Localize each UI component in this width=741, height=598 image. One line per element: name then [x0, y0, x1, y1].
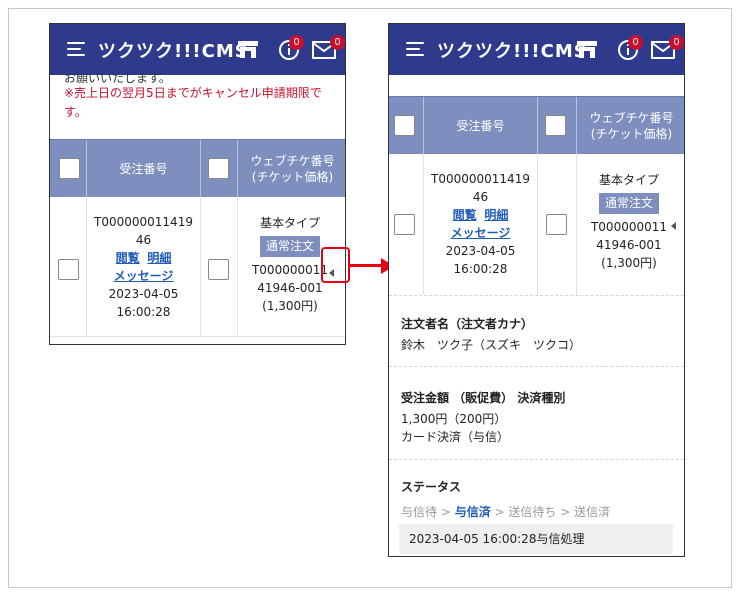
status-sep-3: > [556, 505, 575, 519]
ticket-cell: 基本タイプ 通常注文 T000000011 41946-001 (1,300円) [579, 171, 679, 272]
status-log: 2023-04-05 16:00:28与信処理 [399, 524, 673, 554]
ticket-no: T000000011 [590, 220, 668, 234]
table-header: 受注番号 ウェブチケ番号 (チケット価格) [50, 139, 345, 197]
row-checkbox[interactable] [58, 259, 79, 280]
menu-icon[interactable] [67, 42, 87, 58]
screen-before: ツクツク!!!CMS 0 0 お願いいたします。 ※売上日の翌月5日までがキャン… [49, 23, 346, 345]
select-all-checkbox[interactable] [394, 115, 415, 136]
app-header: ツクツク!!!CMS 0 0 [389, 24, 684, 75]
arrow-right-icon [350, 264, 383, 267]
row-checkbox-2[interactable] [546, 214, 567, 235]
message-link[interactable]: メッセージ [114, 269, 174, 283]
type-label: 基本タイプ [598, 173, 659, 187]
order-cell: T000000011419 46 閲覧 明細 メッセージ 2023-04-05 … [87, 213, 200, 321]
message-link[interactable]: メッセージ [451, 226, 511, 240]
view-link[interactable]: 閲覧 [116, 251, 140, 265]
amount-value: 1,300円（200円） [401, 412, 507, 426]
order-no: T000000011419 [431, 172, 530, 186]
type-label: 基本タイプ [259, 216, 320, 230]
col-web-ticket: ウェブチケ番号 (チケット価格) [589, 110, 674, 141]
order-time: 16:00:28 [116, 305, 171, 319]
order-type-badge: 通常注文 [598, 193, 659, 214]
caret-left-icon[interactable] [671, 222, 676, 230]
status-title: ステータス [401, 480, 462, 494]
orderer-section: 注文者名（注文者カナ） 鈴木 ツク子（スズキ ツクコ） [389, 297, 684, 367]
status-step-2-current: 与信済 [454, 505, 491, 519]
col-order-no: 受注番号 [456, 118, 505, 133]
table-header: 受注番号 ウェブチケ番号 (チケット価格) [389, 96, 684, 154]
ticket-price: (1,300円) [262, 299, 318, 313]
mail-badge: 0 [669, 35, 684, 50]
order-no-cont: 46 [472, 190, 489, 204]
info-badge: 0 [628, 35, 643, 50]
amount-title: 受注金額 （販促費） 決済種別 [401, 391, 566, 405]
status-sep-2: > [490, 505, 509, 519]
view-link[interactable]: 閲覧 [453, 208, 477, 222]
detail-link[interactable]: 明細 [147, 251, 171, 265]
payment-type: カード決済（与信） [401, 430, 510, 444]
order-date: 2023-04-05 [108, 287, 179, 301]
app-brand[interactable]: ツクツク!!!CMS [437, 37, 588, 63]
order-no-cont: 46 [135, 233, 152, 247]
detail-link[interactable]: 明細 [484, 208, 508, 222]
status-sep-1: > [437, 505, 455, 519]
store-icon[interactable] [576, 39, 598, 59]
notice-text: お願いいたします。 [64, 74, 171, 84]
row-checkbox[interactable] [394, 214, 415, 235]
select-all-checkbox-2[interactable] [208, 158, 229, 179]
cancel-notice: お願いいたします。 ※売上日の翌月5日までがキャンセル申請期限です。 [64, 74, 344, 122]
store-icon[interactable] [237, 39, 259, 59]
app-header: ツクツク!!!CMS 0 0 [50, 24, 345, 75]
select-all-checkbox[interactable] [59, 158, 80, 179]
status-flow: 与信待 > 与信済 > 送信待ち > 送信済 [401, 503, 610, 520]
orderer-value: 鈴木 ツク子（スズキ ツクコ） [401, 338, 582, 352]
select-all-checkbox-2[interactable] [545, 115, 566, 136]
ticket-no-cont: 41946-001 [596, 238, 662, 252]
caret-highlight [321, 247, 350, 283]
order-cell: T000000011419 46 閲覧 明細 メッセージ 2023-04-05 … [424, 170, 537, 278]
mail-badge: 0 [330, 35, 345, 50]
status-step-1: 与信待 [401, 505, 438, 519]
info-badge: 0 [289, 35, 304, 50]
order-date: 2023-04-05 [445, 244, 516, 258]
table-row: T000000011419 46 閲覧 明細 メッセージ 2023-04-05 … [50, 197, 345, 337]
col-order-no: 受注番号 [119, 161, 168, 176]
status-step-3: 送信待ち [508, 505, 557, 519]
order-no: T000000011419 [94, 215, 193, 229]
table-row: T000000011419 46 閲覧 明細 メッセージ 2023-04-05 … [389, 154, 684, 296]
col-web-ticket: ウェブチケ番号 (チケット価格) [250, 153, 335, 184]
app-brand[interactable]: ツクツク!!!CMS [98, 37, 249, 63]
menu-icon[interactable] [406, 42, 426, 58]
orderer-title: 注文者名（注文者カナ） [401, 317, 534, 331]
cancel-deadline-text: ※売上日の翌月5日までがキャンセル申請期限です。 [64, 86, 322, 119]
ticket-price: (1,300円) [601, 256, 657, 270]
order-time: 16:00:28 [453, 262, 508, 276]
screen-after: ツクツク!!!CMS 0 0 受注番号 ウェブチケ番号 (チケット価格) T00… [388, 23, 685, 557]
row-checkbox-2[interactable] [208, 259, 229, 280]
amount-section: 受注金額 （販促費） 決済種別 1,300円（200円） カード決済（与信） [389, 367, 684, 460]
status-step-4: 送信済 [574, 505, 611, 519]
status-section: ステータス 与信待 > 与信済 > 送信待ち > 送信済 2023-04-05 … [389, 460, 684, 556]
order-type-badge: 通常注文 [259, 236, 320, 257]
